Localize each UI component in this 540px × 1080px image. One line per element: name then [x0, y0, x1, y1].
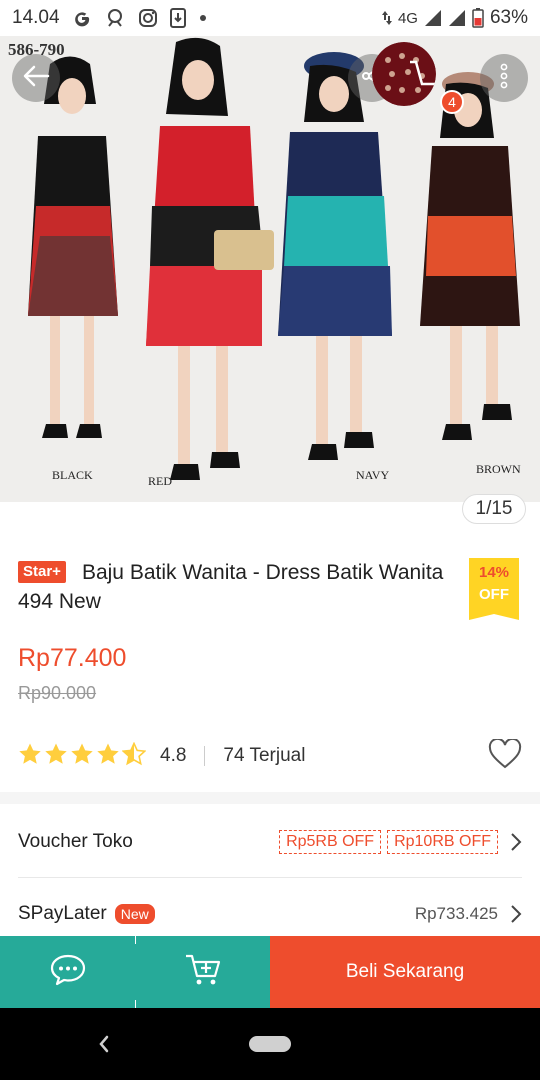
spaylater-row[interactable]: SPayLater New Rp733.425: [18, 896, 522, 932]
signal-icon-2: [448, 9, 466, 27]
section-divider: [0, 792, 540, 804]
cart-button[interactable]: [372, 42, 436, 106]
chat-icon: [49, 953, 87, 992]
rating-row: 4.8 74 Terjual: [18, 737, 522, 774]
rating-stars: [18, 741, 147, 771]
sold-count: 74 Terjual: [223, 745, 306, 766]
buy-now-button[interactable]: Beli Sekarang: [270, 936, 540, 1008]
more-vertical-icon: [500, 63, 508, 94]
product-image-carousel[interactable]: 586-790 BLACK RED NAVY BROWN 4: [0, 36, 540, 502]
nav-back-icon[interactable]: [92, 1030, 114, 1063]
status-bar: 14.04 4G 63%: [0, 0, 540, 36]
star-icon: [70, 742, 94, 771]
add-to-cart-button[interactable]: [136, 936, 270, 1008]
battery-percent: 63%: [489, 7, 528, 28]
product-title: Baju Batik Wanita - Dress Batik Wanita 4…: [18, 561, 444, 613]
voucher-toko-row[interactable]: Voucher Toko Rp5RB OFF Rp10RB OFF: [18, 824, 522, 860]
discount-tag: 14% OFF: [469, 558, 519, 620]
chevron-right-icon: [510, 832, 522, 852]
color-label-red: RED: [148, 474, 172, 488]
add-to-cart-icon: [184, 952, 222, 993]
star-icon: [96, 742, 120, 771]
chevron-right-icon: [510, 904, 522, 924]
more-notifications-dot-icon: [198, 13, 208, 23]
product-title-block: Star+ Baju Batik Wanita - Dress Batik Wan…: [18, 558, 448, 616]
heart-icon: [488, 737, 522, 768]
data-arrows-icon: [381, 10, 392, 26]
bottom-action-bar: Beli Sekarang: [0, 936, 540, 1008]
product-price: Rp77.400: [18, 644, 127, 672]
color-label-navy: NAVY: [356, 468, 390, 482]
app-notification-icon: [104, 7, 126, 29]
star-icon: [44, 742, 68, 771]
star-icon: [18, 742, 42, 771]
voucher-label: Voucher Toko: [18, 831, 133, 852]
status-time: 14.04: [12, 7, 60, 28]
google-icon: [72, 8, 92, 28]
spaylater-label: SPayLater: [18, 903, 107, 924]
network-type: 4G: [397, 9, 418, 27]
download-icon: [169, 8, 186, 28]
voucher-tag[interactable]: Rp10RB OFF: [387, 830, 498, 854]
wishlist-heart-button[interactable]: [488, 737, 522, 774]
discount-percent: 14%: [478, 564, 510, 581]
voucher-tag[interactable]: Rp5RB OFF: [279, 830, 382, 854]
system-navigation-bar: [0, 1008, 540, 1080]
color-label-black: BLACK: [52, 468, 93, 482]
half-star-icon: [121, 741, 147, 771]
chat-button[interactable]: [0, 936, 135, 1008]
rating-divider: [204, 746, 206, 766]
back-button[interactable]: [12, 54, 60, 102]
row-divider: [18, 877, 522, 878]
nav-home-pill[interactable]: [249, 1036, 291, 1052]
more-options-button[interactable]: [480, 54, 528, 102]
cart-icon: [372, 42, 436, 106]
star-plus-badge: Star+: [18, 561, 66, 583]
original-price: Rp90.000: [18, 683, 97, 703]
cart-count-badge: 4: [440, 90, 464, 114]
color-label-brown: BROWN: [476, 462, 521, 476]
battery-icon: [472, 8, 484, 28]
signal-icon: [424, 9, 442, 27]
rating-value: 4.8: [160, 745, 187, 766]
spaylater-amount: Rp733.425: [414, 904, 498, 923]
instagram-icon: [138, 8, 158, 28]
arrow-left-icon: [22, 64, 50, 93]
new-badge: New: [114, 904, 155, 924]
image-page-indicator: 1/15: [462, 494, 526, 524]
discount-off-label: OFF: [479, 586, 509, 603]
